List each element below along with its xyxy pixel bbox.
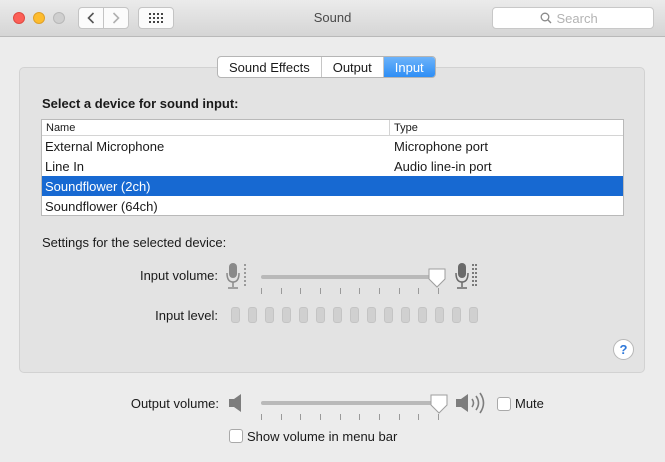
output-volume-ticks: [261, 414, 439, 420]
level-cell: [282, 307, 291, 323]
output-volume-knob[interactable]: [430, 394, 448, 414]
level-cell: [469, 307, 478, 323]
slider-tick: [261, 414, 262, 420]
column-header-name[interactable]: Name: [42, 120, 390, 135]
level-cell: [435, 307, 444, 323]
search-field[interactable]: [492, 7, 654, 29]
slider-tick: [300, 414, 301, 420]
device-type: Microphone port: [394, 138, 488, 154]
device-section-title: Select a device for sound input:: [42, 96, 239, 111]
output-volume-slider[interactable]: [261, 401, 439, 405]
table-row-selected[interactable]: Soundflower (2ch): [42, 176, 623, 196]
slider-tick: [438, 288, 439, 294]
search-input[interactable]: [556, 10, 607, 26]
microphone-low-icon: [226, 263, 246, 289]
device-name: Soundflower (2ch): [45, 178, 151, 194]
slider-tick: [300, 288, 301, 294]
input-level-meter: [231, 307, 478, 323]
table-row[interactable]: Soundflower (64ch): [42, 196, 623, 216]
slider-tick: [359, 414, 360, 420]
slider-tick: [340, 288, 341, 294]
device-name: Line In: [45, 158, 85, 174]
level-cell: [248, 307, 257, 323]
device-name: Soundflower (64ch): [45, 198, 158, 214]
input-volume-slider[interactable]: [261, 275, 439, 279]
search-icon: [540, 12, 551, 24]
slider-tick: [399, 414, 400, 420]
device-type: Audio line-in port: [394, 158, 492, 174]
tab-input[interactable]: Input: [383, 57, 435, 77]
level-cell: [316, 307, 325, 323]
input-volume-knob[interactable]: [428, 268, 446, 288]
level-cell: [231, 307, 240, 323]
tab-output[interactable]: Output: [322, 57, 384, 77]
slider-tick: [379, 288, 380, 294]
slider-tick: [438, 414, 439, 420]
mute-label[interactable]: Mute: [515, 396, 544, 411]
level-cell: [265, 307, 274, 323]
slider-tick: [340, 414, 341, 420]
level-cell: [350, 307, 359, 323]
mute-checkbox[interactable]: [497, 397, 511, 411]
level-cell: [299, 307, 308, 323]
level-cell: [367, 307, 376, 323]
table-header: Name Type: [42, 120, 623, 136]
slider-tick: [359, 288, 360, 294]
level-cell: [401, 307, 410, 323]
column-header-type[interactable]: Type: [390, 120, 422, 135]
input-level-label: Input level:: [155, 308, 218, 323]
input-panel: [19, 67, 645, 373]
microphone-high-icon: [455, 263, 477, 289]
input-volume-ticks: [261, 288, 439, 294]
slider-tick: [281, 414, 282, 420]
slider-tick: [261, 288, 262, 294]
tab-bar: Sound Effects Output Input: [217, 56, 436, 78]
slider-tick: [320, 414, 321, 420]
input-volume-label: Input volume:: [139, 268, 218, 283]
title-bar: Sound: [0, 0, 665, 37]
device-table: Name Type External Microphone Microphone…: [41, 119, 624, 216]
table-row[interactable]: Line In Audio line-in port: [42, 156, 623, 176]
output-volume-label: Output volume:: [130, 396, 219, 411]
tab-sound-effects[interactable]: Sound Effects: [218, 57, 322, 77]
show-volume-checkbox[interactable]: [229, 429, 243, 443]
slider-tick: [379, 414, 380, 420]
device-name: External Microphone: [45, 138, 165, 154]
speaker-high-icon: [456, 392, 485, 414]
slider-tick: [320, 288, 321, 294]
slider-tick: [281, 288, 282, 294]
slider-tick: [399, 288, 400, 294]
level-cell: [333, 307, 342, 323]
table-row[interactable]: External Microphone Microphone port: [42, 136, 623, 156]
slider-tick: [418, 414, 419, 420]
speaker-low-icon: [229, 394, 241, 412]
level-cell: [452, 307, 461, 323]
level-cell: [384, 307, 393, 323]
settings-label: Settings for the selected device:: [42, 235, 227, 250]
level-cell: [418, 307, 427, 323]
slider-tick: [418, 288, 419, 294]
help-button[interactable]: ?: [613, 339, 634, 360]
show-volume-label[interactable]: Show volume in menu bar: [247, 429, 397, 444]
